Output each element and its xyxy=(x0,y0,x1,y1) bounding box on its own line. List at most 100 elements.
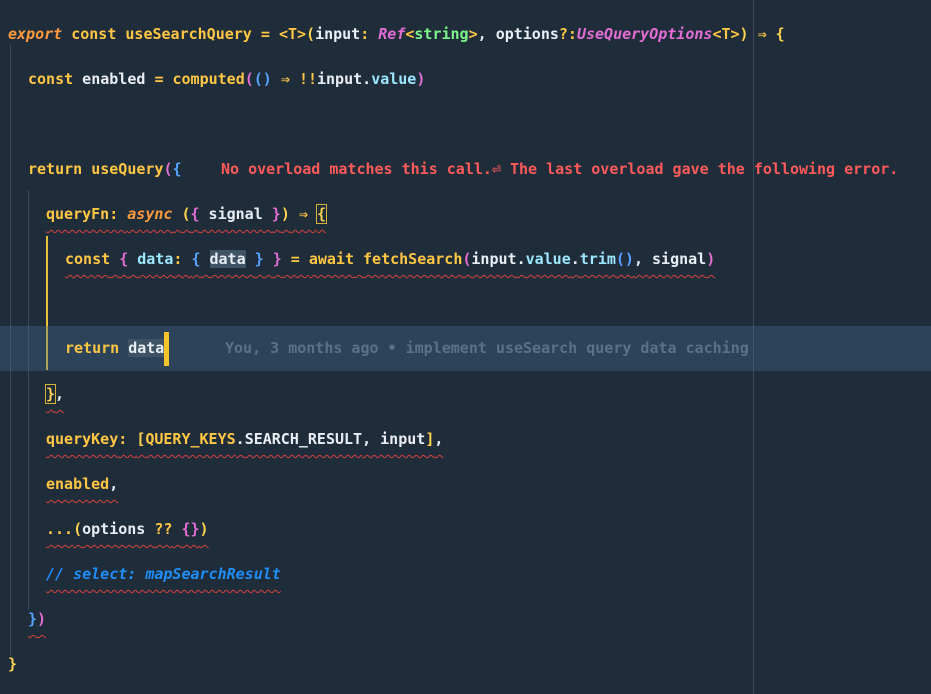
code-token: = xyxy=(281,250,309,268)
code-text: queryKey: [QUERY_KEYS.SEARCH_RESULT, inp… xyxy=(46,417,443,462)
code-token: SEARCH_RESULT xyxy=(244,430,363,448)
code-token: enabled xyxy=(46,475,110,493)
code-token: ⇒ xyxy=(289,205,317,223)
code-token: data xyxy=(128,339,165,357)
code-token: ] xyxy=(425,430,435,448)
code-text: }, xyxy=(44,372,65,417)
code-token: ) xyxy=(706,250,716,268)
code-token: ?: xyxy=(558,25,577,43)
code-token: . xyxy=(570,250,580,268)
code-token: > xyxy=(468,25,478,43)
code-token: options xyxy=(82,520,155,538)
code-token: } xyxy=(271,205,281,223)
code-token: , xyxy=(55,385,65,403)
code-text: }) xyxy=(28,597,46,642)
code-line[interactable]: } xyxy=(0,642,931,687)
code-token: data xyxy=(209,250,246,268)
code-token: <T> xyxy=(278,25,307,43)
code-token: trim xyxy=(579,250,616,268)
code-line[interactable] xyxy=(0,282,931,327)
code-token: // select: mapSearchResult xyxy=(46,565,281,583)
code-token: useSearchQuery xyxy=(125,25,252,43)
code-token: QUERY_KEYS xyxy=(145,430,236,448)
code-token: signal xyxy=(199,205,272,223)
code-token: { xyxy=(119,250,129,268)
code-line[interactable]: export const useSearchQuery = <T>(input:… xyxy=(0,12,931,57)
code-token: queryKey xyxy=(46,430,119,448)
code-token: value xyxy=(371,70,417,88)
code-token: ) xyxy=(37,610,47,628)
code-line[interactable]: return useQuery({ No overload matches th… xyxy=(0,147,931,192)
code-token: <T> xyxy=(712,25,740,43)
code-line[interactable]: enabled, xyxy=(0,462,931,507)
code-token: input xyxy=(315,25,361,43)
code-text: queryFn: async ({ signal }) ⇒ { xyxy=(46,192,327,237)
code-token: ) xyxy=(199,520,209,538)
code-token: , signal xyxy=(633,250,707,268)
code-token: ( xyxy=(163,160,173,178)
code-line[interactable]: ...(options ?? {}) xyxy=(0,507,931,552)
code-token: {} xyxy=(181,520,200,538)
code-text: } xyxy=(8,642,17,687)
code-token: input xyxy=(317,70,363,88)
code-line[interactable]: }) xyxy=(0,597,931,642)
code-token: : xyxy=(109,205,128,223)
code-editor[interactable]: export const useSearchQuery = <T>(input:… xyxy=(0,0,931,694)
code-token: , xyxy=(477,25,496,43)
text-cursor xyxy=(164,331,170,366)
code-text: return data xyxy=(65,326,170,371)
code-token: ( xyxy=(306,25,316,43)
code-token: return xyxy=(65,339,120,357)
code-line[interactable] xyxy=(0,102,931,147)
code-token: options xyxy=(495,25,559,43)
code-line[interactable]: const enabled = computed(() ⇒ !!input.va… xyxy=(0,57,931,102)
code-token: } xyxy=(272,250,282,268)
code-token: } xyxy=(44,384,57,404)
code-token: , xyxy=(434,430,444,448)
code-token: ?? xyxy=(154,520,173,538)
code-line[interactable]: }, xyxy=(0,372,931,417)
code-token: { xyxy=(172,160,182,178)
code-token: string xyxy=(414,25,469,43)
code-token: : xyxy=(360,25,379,43)
code-token: . xyxy=(235,430,245,448)
code-token: . xyxy=(362,70,372,88)
code-token: () xyxy=(615,250,634,268)
code-token: export xyxy=(8,25,63,43)
code-token: ) xyxy=(739,25,749,43)
code-line[interactable]: queryFn: async ({ signal }) ⇒ { xyxy=(0,192,931,237)
current-line[interactable]: return data You, 3 months ago • implemen… xyxy=(0,326,931,371)
code-text: // select: mapSearchResult xyxy=(46,552,281,597)
code-token: , input xyxy=(362,430,426,448)
error-lens-message: No overload matches this call.⏎ The last… xyxy=(221,160,899,178)
code-token: ( xyxy=(244,70,254,88)
code-token: ⇒ xyxy=(748,25,776,43)
code-line[interactable]: queryKey: [QUERY_KEYS.SEARCH_RESULT, inp… xyxy=(0,417,931,462)
code-token: { xyxy=(315,204,327,224)
code-token: queryFn xyxy=(46,205,110,223)
code-token: value xyxy=(525,250,571,268)
code-line[interactable]: // select: mapSearchResult xyxy=(0,552,931,597)
code-line[interactable]: const { data: { data } } = await fetchSe… xyxy=(0,237,931,282)
code-token: useQuery xyxy=(91,160,164,178)
code-token: computed xyxy=(172,70,245,88)
code-token: [ xyxy=(136,430,146,448)
code-token: ) xyxy=(280,205,290,223)
git-blame-annotation: You, 3 months ago • implement useSearch … xyxy=(225,339,749,357)
code-token: ⇒ xyxy=(271,70,299,88)
code-text: export const useSearchQuery = <T>(input:… xyxy=(8,12,785,57)
code-token: const xyxy=(71,25,117,43)
code-text: ...(options ?? {}) xyxy=(46,507,209,552)
code-text: const enabled = computed(() ⇒ !!input.va… xyxy=(28,57,425,102)
code-token: { xyxy=(190,205,200,223)
code-token: UseQueryOptions xyxy=(576,25,713,43)
code-text: enabled, xyxy=(46,462,118,507)
